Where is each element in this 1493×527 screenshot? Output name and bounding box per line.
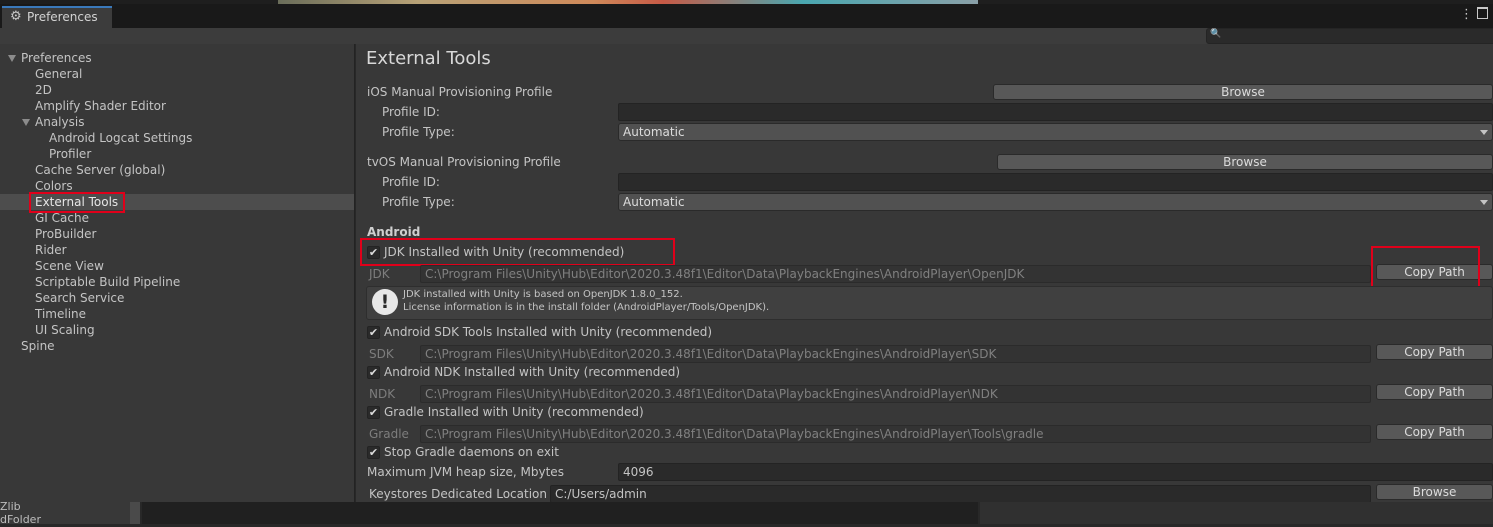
jdk-info-line1: JDK installed with Unity is based on Ope… <box>403 289 683 300</box>
sdk-toggle-label: Android SDK Tools Installed with Unity (… <box>384 325 713 339</box>
gradle-toggle-label: Gradle Installed with Unity (recommended… <box>384 405 644 419</box>
ndk-path-field[interactable]: C:\Program Files\Unity\Hub\Editor\2020.3… <box>420 385 1371 403</box>
tree-item-timeline[interactable]: Timeline <box>35 306 86 322</box>
background-panel <box>142 502 978 524</box>
gradle-copy-path-button[interactable]: Copy Path <box>1376 424 1493 440</box>
background-text-zlib: Zlib <box>0 500 21 513</box>
tvos-profile-id-label: Profile ID: <box>382 175 440 189</box>
tree-item-amplify[interactable]: Amplify Shader Editor <box>35 98 166 114</box>
ndk-toggle-label: Android NDK Installed with Unity (recomm… <box>384 365 681 379</box>
tree-item-ui-scaling[interactable]: UI Scaling <box>35 322 95 338</box>
ios-profile-id-field[interactable] <box>618 103 1493 121</box>
ios-profile-type-value: Automatic <box>623 125 685 139</box>
background-text-folder: dFolder <box>0 513 41 526</box>
tree-item-sbp[interactable]: Scriptable Build Pipeline <box>35 274 180 290</box>
sdk-copy-path-button[interactable]: Copy Path <box>1376 344 1493 360</box>
ndk-label: NDK <box>369 387 396 401</box>
tvos-header: tvOS Manual Provisioning Profile <box>367 155 561 169</box>
tree-item-general[interactable]: General <box>35 66 82 82</box>
gradle-label: Gradle <box>369 427 409 441</box>
tree-item-preferences[interactable]: Preferences <box>21 50 92 66</box>
keystore-browse-button[interactable]: Browse <box>1376 484 1493 500</box>
jdk-path-field[interactable]: C:\Program Files\Unity\Hub\Editor\2020.3… <box>420 265 1371 283</box>
tree-item-search-service[interactable]: Search Service <box>35 290 124 306</box>
jdk-label: JDK <box>369 267 390 281</box>
tree-item-android-logcat[interactable]: Android Logcat Settings <box>49 130 192 146</box>
tree-item-spine[interactable]: Spine <box>21 338 55 354</box>
keystore-field[interactable]: C:/Users/admin <box>550 485 1371 503</box>
tab-bar <box>0 4 1493 28</box>
sdk-path-field[interactable]: C:\Program Files\Unity\Hub\Editor\2020.3… <box>420 345 1371 363</box>
search-input[interactable] <box>1206 28 1493 44</box>
tree-item-probuilder[interactable]: ProBuilder <box>35 226 96 242</box>
tab-title: Preferences <box>27 10 98 24</box>
ios-browse-button[interactable]: Browse <box>993 84 1493 100</box>
tvos-profile-type-dropdown[interactable]: Automatic <box>618 193 1493 211</box>
tree-item-2d[interactable]: 2D <box>35 82 52 98</box>
search-icon: 🔍 <box>1210 29 1222 39</box>
ios-header: iOS Manual Provisioning Profile <box>367 85 553 99</box>
keystore-label: Keystores Dedicated Location <box>369 487 547 501</box>
jvm-heap-field[interactable]: 4096 <box>618 463 1493 481</box>
expand-triangle-icon[interactable] <box>8 55 16 62</box>
gradle-path-field[interactable]: C:\Program Files\Unity\Hub\Editor\2020.3… <box>420 425 1371 443</box>
sdk-checkbox[interactable]: ✔ <box>367 326 380 339</box>
jdk-info-line2: License information is in the install fo… <box>403 302 770 313</box>
ios-profile-type-dropdown[interactable]: Automatic <box>618 123 1493 141</box>
background-panel-right <box>980 502 1493 524</box>
gradle-checkbox[interactable]: ✔ <box>367 406 380 419</box>
tvos-profile-type-label: Profile Type: <box>382 195 455 209</box>
ndk-copy-path-button[interactable]: Copy Path <box>1376 384 1493 400</box>
tree-item-analysis[interactable]: Analysis <box>35 114 84 130</box>
highlight-box-external-tools <box>29 192 125 213</box>
chevron-down-icon <box>1480 130 1488 135</box>
sdk-label: SDK <box>369 347 394 361</box>
ios-profile-id-label: Profile ID: <box>382 105 440 119</box>
maximize-icon[interactable] <box>1477 7 1488 19</box>
kebab-menu-icon[interactable]: ⋮ <box>1460 7 1473 22</box>
tree-item-rider[interactable]: Rider <box>35 242 67 258</box>
chevron-down-icon <box>1480 200 1488 205</box>
tvos-browse-button[interactable]: Browse <box>997 154 1493 170</box>
page-title: External Tools <box>366 48 491 69</box>
tvos-profile-type-value: Automatic <box>623 195 685 209</box>
stop-gradle-label: Stop Gradle daemons on exit <box>384 445 559 459</box>
gear-icon: ⚙ <box>10 9 22 24</box>
background-scrollbar[interactable] <box>130 502 140 524</box>
ios-profile-type-label: Profile Type: <box>382 125 455 139</box>
tree-item-cache-server[interactable]: Cache Server (global) <box>35 162 165 178</box>
stop-gradle-checkbox[interactable]: ✔ <box>367 446 380 459</box>
tvos-profile-id-field[interactable] <box>618 173 1493 191</box>
tree-item-profiler[interactable]: Profiler <box>49 146 91 162</box>
expand-triangle-icon[interactable] <box>22 119 30 126</box>
highlight-box-jdk <box>360 238 675 266</box>
jvm-heap-label: Maximum JVM heap size, Mbytes <box>367 465 564 479</box>
info-icon: ! <box>372 289 398 315</box>
tree-item-scene-view[interactable]: Scene View <box>35 258 104 274</box>
ndk-checkbox[interactable]: ✔ <box>367 366 380 379</box>
